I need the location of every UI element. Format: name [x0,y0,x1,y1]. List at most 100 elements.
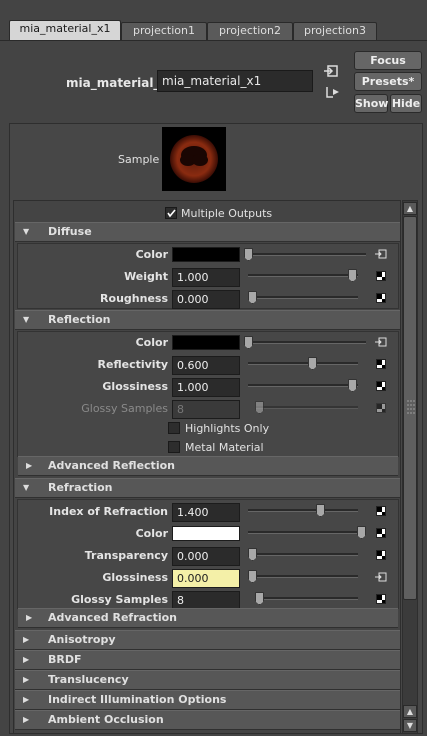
refraction-color-slider[interactable] [248,531,366,534]
transparency-label: Transparency [84,549,168,562]
section-title: Indirect Illumination Options [48,693,227,706]
refraction-glossy-samples-slider-handle[interactable] [255,592,264,605]
refraction-color-swatch[interactable] [172,526,240,541]
metal-material-label: Metal Material [185,441,264,454]
scroll-down-arrow-icon[interactable]: ▼ [403,719,417,732]
ior-slider[interactable] [248,509,358,512]
refraction-glossiness-slider[interactable] [252,575,358,578]
section-title: BRDF [48,653,82,666]
ior-field[interactable]: 1.400 [172,503,240,522]
scroll-up-arrow-icon[interactable]: ▲ [403,705,417,718]
expand-arrow-icon: ▶ [23,695,30,704]
highlights-only-checkbox[interactable] [168,422,180,434]
section-indirect-illumination-header[interactable]: ▶ Indirect Illumination Options [15,690,400,710]
section-brdf-header[interactable]: ▶ BRDF [15,650,400,670]
map-checker-icon[interactable] [376,550,386,560]
reflection-color-label: Color [135,336,168,349]
reflection-glossy-samples-field: 8 [172,400,240,419]
input-connection-icon[interactable] [324,64,340,78]
reflection-glossy-samples-label: Glossy Samples [81,402,168,415]
section-title: Translucency [48,673,129,686]
grip-dots-icon [407,400,415,414]
section-anisotropy-header[interactable]: ▶ Anisotropy [15,630,400,650]
map-checker-icon[interactable] [376,381,386,391]
refraction-glossy-samples-slider[interactable] [256,597,358,600]
reflection-color-slider[interactable] [248,341,366,344]
map-checker-icon[interactable] [376,293,386,303]
output-connection-icon[interactable] [325,85,343,99]
reflectivity-slider-handle[interactable] [308,357,317,370]
collapse-arrow-icon: ▼ [23,315,30,324]
reflection-glossiness-field[interactable]: 1.000 [172,378,240,397]
section-title: Advanced Reflection [48,459,175,472]
sample-label: Sample [118,153,160,166]
section-advanced-reflection-header[interactable]: ▶ Advanced Reflection [18,456,398,476]
section-advanced-refraction-header[interactable]: ▶ Advanced Refraction [18,608,398,628]
section-reflection-header[interactable]: ▼ Reflection [15,310,400,330]
focus-button[interactable]: Focus [354,51,422,70]
refraction-glossiness-slider-handle[interactable] [248,570,257,583]
transparency-slider[interactable] [252,553,358,556]
diffuse-roughness-field[interactable]: 0.000 [172,290,240,309]
expand-arrow-icon: ▶ [26,461,33,470]
reflectivity-label: Reflectivity [97,358,168,371]
attribute-scroll-area[interactable]: Multiple Outputs ▼ Diffuse Color Weight … [13,200,401,734]
expand-arrow-icon: ▶ [23,715,30,724]
diffuse-color-slider-handle[interactable] [244,248,253,261]
reflection-glossiness-label: Glossiness [102,380,168,393]
scroll-up-arrow-icon[interactable]: ▲ [403,202,417,215]
diffuse-weight-field[interactable]: 1.000 [172,268,240,287]
map-checker-icon[interactable] [376,594,386,604]
refraction-glossiness-field[interactable]: 0.000 [172,569,240,588]
diffuse-weight-slider[interactable] [248,274,358,277]
section-title: Diffuse [48,225,92,238]
section-refraction-body: Index of Refraction 1.400 Color Transpar… [17,499,399,610]
refraction-color-label: Color [135,527,168,540]
tab-projection3[interactable]: projection3 [293,22,377,40]
presets-button[interactable]: Presets* [354,72,422,91]
diffuse-color-label: Color [135,248,168,261]
ior-slider-handle[interactable] [316,504,325,517]
show-button[interactable]: Show [354,94,388,113]
map-checker-icon[interactable] [376,359,386,369]
material-sample-swatch [162,127,226,191]
refraction-color-slider-handle[interactable] [357,526,366,539]
map-input-icon[interactable] [375,572,387,582]
node-name-field[interactable]: mia_material_x1 [157,70,313,92]
highlights-only-label: Highlights Only [185,422,270,435]
expand-arrow-icon: ▶ [23,675,30,684]
reflection-glossiness-slider-handle[interactable] [348,379,357,392]
reflectivity-field[interactable]: 0.600 [172,356,240,375]
diffuse-roughness-label: Roughness [100,292,168,305]
transparency-slider-handle[interactable] [248,548,257,561]
diffuse-weight-slider-handle[interactable] [348,269,357,282]
reflectivity-slider[interactable] [248,362,358,365]
reflection-glossiness-slider[interactable] [248,384,358,387]
reflection-color-swatch[interactable] [172,335,240,350]
hide-button[interactable]: Hide [390,94,422,113]
reflection-glossy-samples-slider [256,406,358,409]
collapse-arrow-icon: ▼ [23,483,30,492]
tab-projection2[interactable]: projection2 [207,22,293,40]
tab-mia-material[interactable]: mia_material_x1 [9,20,121,41]
section-ambient-occlusion-header[interactable]: ▶ Ambient Occlusion [15,710,400,730]
diffuse-color-swatch[interactable] [172,247,240,262]
diffuse-roughness-slider[interactable] [252,296,358,299]
transparency-field[interactable]: 0.000 [172,547,240,566]
map-checker-icon[interactable] [376,506,386,516]
ior-label: Index of Refraction [49,505,168,518]
metal-material-checkbox[interactable] [168,441,180,453]
multiple-outputs-checkbox[interactable] [165,207,177,219]
multiple-outputs-label: Multiple Outputs [181,207,273,220]
tab-projection1[interactable]: projection1 [121,22,207,40]
section-diffuse-header[interactable]: ▼ Diffuse [15,222,400,242]
map-checker-icon[interactable] [376,271,386,281]
diffuse-color-slider[interactable] [248,253,366,256]
diffuse-roughness-slider-handle[interactable] [248,291,257,304]
section-refraction-header[interactable]: ▼ Refraction [15,478,400,498]
section-translucency-header[interactable]: ▶ Translucency [15,670,400,690]
map-input-icon[interactable] [375,249,387,259]
map-input-icon[interactable] [375,337,387,347]
reflection-color-slider-handle[interactable] [244,336,253,349]
map-checker-icon[interactable] [376,528,386,538]
